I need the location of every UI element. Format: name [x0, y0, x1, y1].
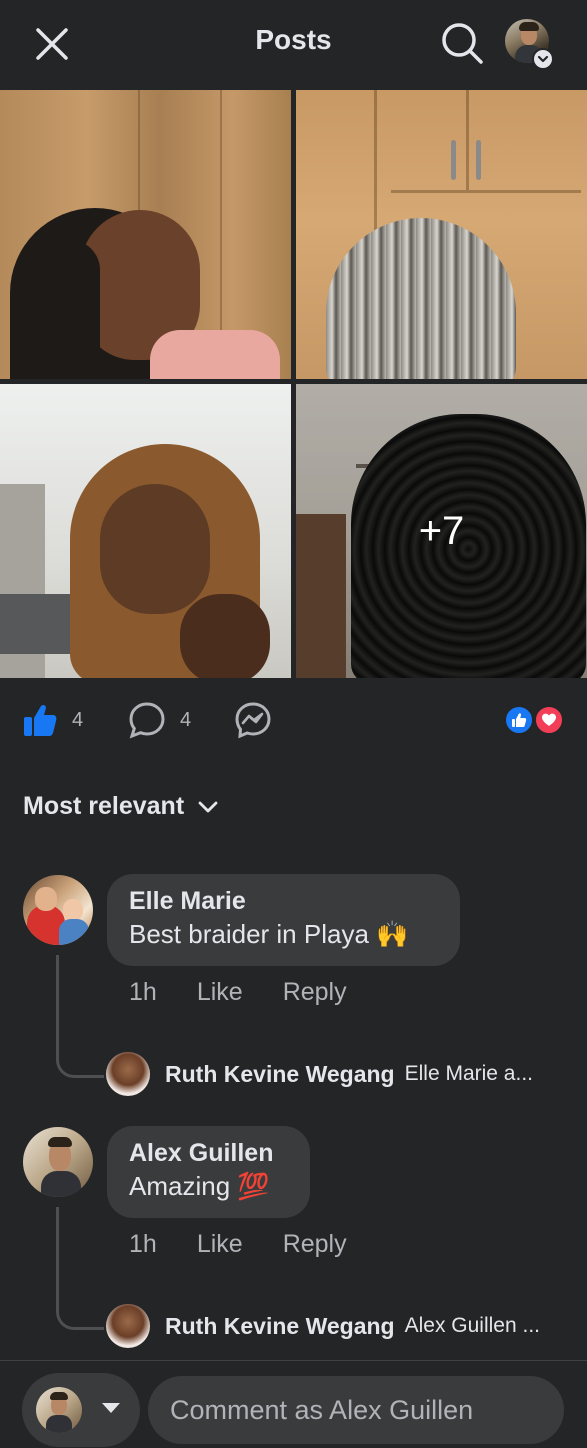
comment-count: 4: [180, 708, 192, 731]
comment-reply-button[interactable]: Reply: [283, 978, 347, 1007]
more-photos-count: +7: [418, 508, 465, 553]
reply-preview-text: Alex Guillen ...: [404, 1314, 541, 1337]
comment-bubble-icon: [129, 702, 165, 739]
comment-text: Best braider in Playa 🙌: [129, 919, 409, 949]
reply-preview-row[interactable]: Ruth Kevine Wegang Alex Guillen ...: [106, 1304, 540, 1348]
comment-bubble[interactable]: Elle Marie Best braider in Playa 🙌: [107, 874, 460, 966]
reply-avatar: [106, 1304, 150, 1348]
page-title: Posts: [255, 24, 332, 55]
comment-reply-button[interactable]: Reply: [283, 1230, 347, 1259]
composer-avatar: [36, 1387, 82, 1433]
chevron-down-icon: [198, 801, 218, 812]
reply-author: Ruth Kevine Wegang: [165, 1060, 395, 1087]
commenter-avatar[interactable]: [23, 875, 93, 945]
comment-sort-dropdown[interactable]: Most relevant: [23, 792, 220, 821]
photo-grid: +7: [0, 90, 587, 680]
post-actions: 4 4: [0, 690, 587, 750]
like-reaction-icon: [504, 705, 534, 735]
comment-bubble[interactable]: Alex Guillen Amazing 💯: [107, 1126, 310, 1218]
comment-time: 1h: [129, 978, 157, 1006]
reaction-summary[interactable]: [504, 703, 568, 737]
chevron-down-icon: [532, 48, 554, 70]
search-icon: [442, 23, 483, 64]
photo-4[interactable]: +7: [296, 384, 587, 678]
comment-author[interactable]: Elle Marie: [129, 886, 438, 916]
reply-preview-text: Elle Marie a...: [404, 1062, 533, 1085]
photo-2[interactable]: [296, 90, 587, 379]
sort-label: Most relevant: [23, 792, 185, 820]
comment-author[interactable]: Alex Guillen: [129, 1138, 288, 1168]
comment-button[interactable]: 4: [128, 690, 191, 750]
comment-meta: 1h Like Reply: [129, 1230, 387, 1259]
comment-like-button[interactable]: Like: [197, 978, 243, 1007]
reply-author: Ruth Kevine Wegang: [165, 1312, 395, 1339]
love-reaction-icon: [534, 705, 564, 735]
top-bar: Posts: [0, 0, 587, 90]
comment-like-button[interactable]: Like: [197, 1230, 243, 1259]
comment-text: Amazing 💯: [129, 1171, 270, 1201]
like-button[interactable]: 4: [22, 690, 83, 750]
reply-preview-row[interactable]: Ruth Kevine Wegang Elle Marie a...: [106, 1052, 533, 1096]
like-count: 4: [72, 708, 84, 731]
search-button[interactable]: [440, 21, 484, 65]
messenger-icon: [235, 702, 271, 739]
profile-menu-button[interactable]: [505, 19, 554, 70]
comment-time: 1h: [129, 1230, 157, 1258]
messenger-share-button[interactable]: [234, 690, 272, 750]
reply-avatar: [106, 1052, 150, 1096]
photo-3[interactable]: [0, 384, 291, 678]
thumbs-up-icon: [24, 704, 57, 736]
comment-composer: [0, 1360, 587, 1448]
comment-as-selector[interactable]: [22, 1373, 140, 1447]
reply-thread-line: [56, 955, 104, 1078]
reply-thread-line: [56, 1207, 104, 1330]
commenter-avatar[interactable]: [23, 1127, 93, 1197]
more-photos-overlay[interactable]: +7: [296, 384, 587, 678]
photo-1[interactable]: [0, 90, 291, 379]
caret-down-icon: [102, 1403, 120, 1413]
comment-meta: 1h Like Reply: [129, 978, 387, 1007]
comment-input[interactable]: [148, 1376, 564, 1444]
